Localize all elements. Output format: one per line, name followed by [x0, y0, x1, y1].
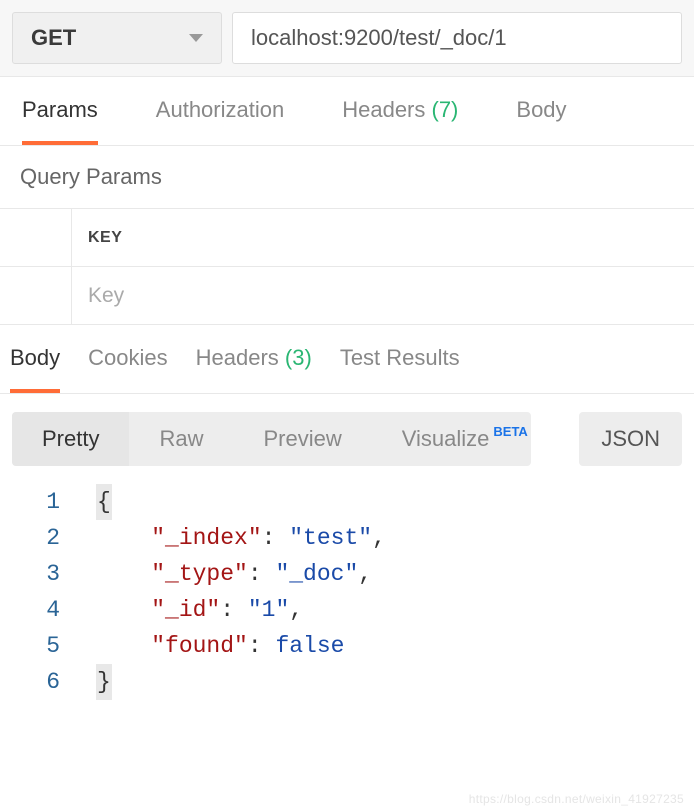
tab-headers-count: (7) — [432, 97, 459, 122]
code-token: "_index" — [151, 525, 261, 551]
view-tab-pretty[interactable]: Pretty — [12, 412, 129, 466]
code-line: 6} — [0, 664, 694, 700]
line-number: 3 — [0, 556, 96, 592]
http-method-label: GET — [31, 25, 76, 51]
line-number: 1 — [0, 484, 96, 520]
code-token: "_id" — [151, 597, 220, 623]
code-token: : — [248, 561, 276, 587]
tab-test-results[interactable]: Test Results — [340, 325, 460, 393]
response-body-code[interactable]: 1{2 "_index": "test",3 "_type": "_doc",4… — [0, 466, 694, 718]
code-content: } — [96, 664, 112, 700]
code-token: : — [248, 633, 276, 659]
line-number: 2 — [0, 520, 96, 556]
view-tab-preview[interactable]: Preview — [233, 412, 371, 466]
code-token — [96, 633, 151, 659]
tab-headers-label: Headers — [342, 97, 425, 122]
chevron-down-icon — [189, 34, 203, 42]
view-mode-group: Pretty Raw Preview Visualize BETA — [12, 412, 531, 466]
line-number: 6 — [0, 664, 96, 700]
view-tab-visualize[interactable]: Visualize BETA — [372, 412, 532, 466]
request-tabs: Params Authorization Headers (7) Body — [0, 77, 694, 146]
checkbox-cell[interactable] — [0, 267, 72, 324]
table-header-row: KEY — [0, 209, 694, 267]
code-token: , — [372, 525, 386, 551]
code-token: : — [220, 597, 248, 623]
code-token: , — [289, 597, 303, 623]
request-url-input[interactable] — [232, 12, 682, 64]
code-line: 2 "_index": "test", — [0, 520, 694, 556]
query-params-table: KEY — [0, 209, 694, 325]
tab-response-body[interactable]: Body — [10, 325, 60, 393]
beta-badge: BETA — [493, 424, 527, 439]
request-bar: GET — [0, 0, 694, 77]
param-key-input[interactable] — [72, 267, 694, 324]
table-row — [0, 267, 694, 325]
line-number: 5 — [0, 628, 96, 664]
code-content: { — [96, 484, 112, 520]
tab-headers[interactable]: Headers (7) — [342, 77, 458, 145]
http-method-select[interactable]: GET — [12, 12, 222, 64]
code-content: "_index": "test", — [96, 520, 386, 556]
code-token: { — [96, 484, 112, 520]
code-token — [96, 597, 151, 623]
watermark: https://blog.csdn.net/weixin_41927235 — [469, 792, 684, 806]
code-token: } — [96, 664, 112, 700]
key-column-header: KEY — [72, 229, 138, 247]
query-params-header: Query Params — [0, 146, 694, 209]
code-line: 4 "_id": "1", — [0, 592, 694, 628]
code-line: 5 "found": false — [0, 628, 694, 664]
view-mode-bar: Pretty Raw Preview Visualize BETA JSON — [0, 394, 694, 466]
code-line: 1{ — [0, 484, 694, 520]
tab-response-headers[interactable]: Headers (3) — [196, 325, 312, 393]
tab-response-headers-label: Headers — [196, 345, 279, 370]
code-token — [96, 525, 151, 551]
code-token: "_doc" — [275, 561, 358, 587]
response-tabs: Body Cookies Headers (3) Test Results — [0, 325, 694, 394]
tab-params[interactable]: Params — [22, 77, 98, 145]
tab-authorization[interactable]: Authorization — [156, 77, 284, 145]
tab-body[interactable]: Body — [516, 77, 566, 145]
format-select[interactable]: JSON — [579, 412, 682, 466]
checkbox-header-cell — [0, 209, 72, 266]
code-token: "_type" — [151, 561, 248, 587]
view-tab-raw[interactable]: Raw — [129, 412, 233, 466]
code-token: , — [358, 561, 372, 587]
code-content: "found": false — [96, 628, 344, 664]
code-content: "_type": "_doc", — [96, 556, 372, 592]
code-token: false — [275, 633, 344, 659]
code-content: "_id": "1", — [96, 592, 303, 628]
code-line: 3 "_type": "_doc", — [0, 556, 694, 592]
line-number: 4 — [0, 592, 96, 628]
code-token: "found" — [151, 633, 248, 659]
tab-response-headers-count: (3) — [285, 345, 312, 370]
code-token: "1" — [248, 597, 289, 623]
tab-response-cookies[interactable]: Cookies — [88, 325, 167, 393]
code-token: "test" — [289, 525, 372, 551]
code-token — [96, 561, 151, 587]
code-token: : — [262, 525, 290, 551]
visualize-label: Visualize — [402, 426, 490, 452]
